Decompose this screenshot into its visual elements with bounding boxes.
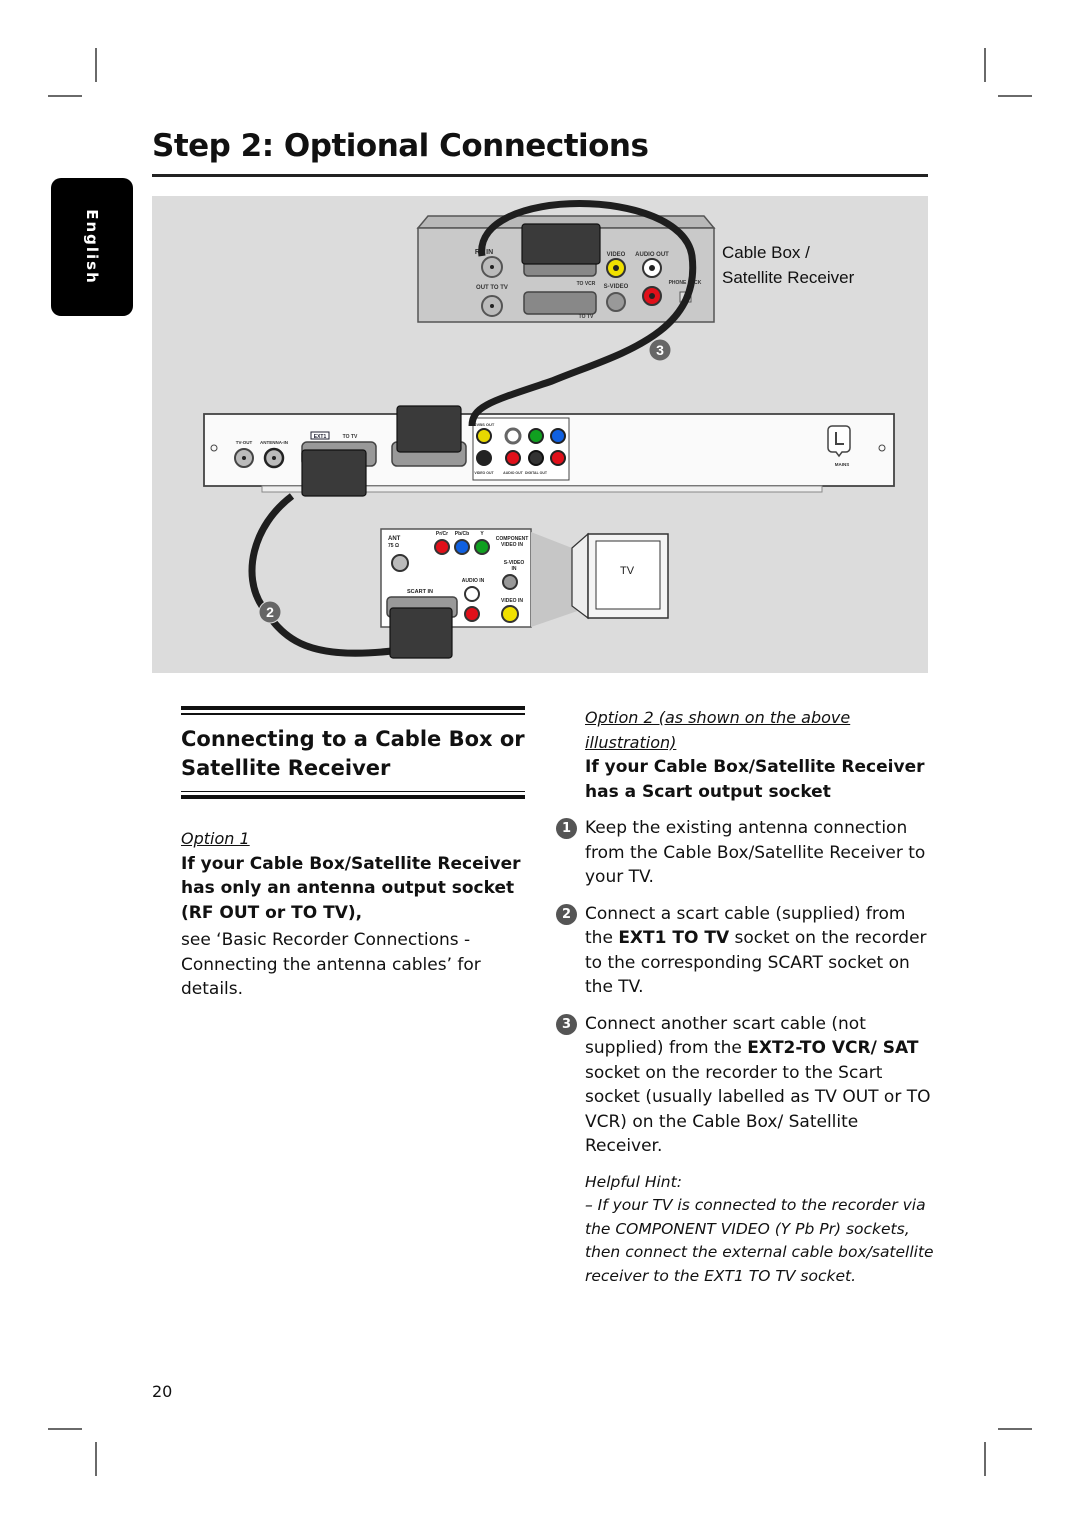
language-tab: English (51, 178, 133, 316)
audio-r-out-socket (505, 450, 521, 466)
scart-plug (521, 223, 601, 265)
s-video-label: S-VIDEO (604, 284, 629, 290)
hint-title: Helpful Hint: (585, 1172, 682, 1191)
step-badge-3: 3 (648, 338, 672, 362)
svg-text:3: 3 (656, 342, 664, 358)
ext1-label: EXT1 (314, 434, 327, 440)
heading-rule (181, 706, 525, 710)
video-in-socket (501, 605, 519, 623)
option-2-label: Option 2 (as shown on the above illustra… (585, 708, 851, 752)
to-vcr-label: TO VCR (577, 281, 596, 287)
title-rule (152, 174, 928, 177)
to-tv-label: TO TV (579, 314, 594, 320)
section-heading: Connecting to a Cable Box or Satellite R… (181, 706, 525, 799)
heading-rule (181, 790, 525, 792)
section-title: Connecting to a Cable Box or Satellite R… (181, 726, 525, 780)
tv-y-socket (474, 539, 490, 555)
s-video-socket (606, 292, 626, 312)
option-2-condition: If your Cable Box/Satellite Receiver has… (585, 757, 925, 802)
step-number-icon: 3 (556, 1013, 577, 1035)
option-2: Option 2 (as shown on the above illustra… (556, 706, 935, 1289)
step-badge-2: 2 (258, 600, 282, 624)
scart-in-label: SCART IN (407, 589, 433, 595)
step-text: Keep the existing antenna connection fro… (585, 818, 926, 887)
step-emphasis: EXT1 TO TV (618, 928, 730, 948)
audio-in-r-socket (464, 606, 480, 622)
video-out-label: VIDEO OUT (474, 471, 494, 475)
step-1: 1 Keep the existing antenna connection f… (556, 816, 935, 890)
audio-l-out-socket (504, 427, 522, 445)
crop-mark (95, 48, 97, 82)
to-tv-scart-socket (523, 291, 597, 315)
crop-mark (984, 1442, 986, 1476)
digital-out-label: DIGITAL OUT (525, 471, 548, 475)
language-tab-label: English (83, 209, 101, 285)
recorder-to-tv-label: TO TV (343, 434, 358, 440)
coaxial-socket (528, 450, 544, 466)
page-title: Step 2: Optional Connections (152, 128, 649, 164)
crop-mark (95, 1442, 97, 1476)
crop-mark (48, 95, 82, 97)
step-emphasis: EXT2-TO VCR/ SAT (747, 1038, 919, 1058)
step-2: 2 Connect a scart cable (supplied) from … (556, 902, 935, 1000)
antenna-in-label: ANTENNA-IN (260, 440, 288, 445)
page-number: 20 (152, 1382, 173, 1401)
cable-box-label: Cable Box / (722, 243, 810, 262)
crop-mark (998, 1428, 1032, 1430)
crop-mark (48, 1428, 82, 1430)
mains-label: MAINS (835, 462, 850, 467)
mains-socket (827, 425, 851, 458)
audio-in-l-socket (464, 586, 480, 602)
component-label-2: VIDEO IN (501, 542, 523, 548)
tv-set: TV (571, 532, 669, 620)
audio-in-label: AUDIO IN (462, 578, 485, 584)
s-video-in-socket (502, 574, 518, 590)
ant-socket (391, 554, 409, 572)
crop-mark (998, 95, 1032, 97)
pr-socket (550, 450, 566, 466)
video-in-label: VIDEO IN (501, 598, 523, 604)
tv-out-label: TV-OUT (236, 440, 253, 445)
scart-plug (396, 405, 462, 453)
scart-plug (389, 607, 453, 659)
option-1: Option 1 If your Cable Box/Satellite Rec… (181, 827, 531, 1002)
pb-cb-label: Pb/Cb (455, 531, 469, 537)
step-3: 3 Connect another scart cable (not suppl… (556, 1012, 935, 1159)
s-video-in-label-2: IN (512, 566, 517, 572)
step-text: socket on the recorder to the Scart sock… (585, 1062, 931, 1157)
cable-box-label-2: Satellite Receiver (722, 268, 855, 287)
helpful-hint: Helpful Hint: – If your TV is connected … (585, 1171, 935, 1289)
option-1-label: Option 1 (181, 829, 250, 848)
out-to-tv-label: OUT TO TV (476, 285, 508, 291)
scart-cable-2 (248, 493, 393, 657)
cvbs-socket (476, 428, 492, 444)
step-number-icon: 1 (556, 818, 577, 839)
crop-mark (984, 48, 986, 82)
pr-cr-socket (434, 539, 450, 555)
scart-plug (301, 449, 367, 497)
heading-rule (181, 713, 525, 715)
audio-out-label: AUDIO OUT (503, 471, 524, 475)
heading-rule (181, 795, 525, 799)
connection-illustration: RF IN OUT TO TV TO VCR TO TV VIDEO AUDIO… (152, 196, 928, 673)
s-video-out-socket (476, 450, 492, 466)
y-socket (528, 428, 544, 444)
cvbs-out-label: CVBS OUT (474, 422, 495, 427)
option-1-body: see ‘Basic Recorder Connections - Connec… (181, 930, 481, 999)
step-number-icon: 2 (556, 903, 577, 925)
ant-label: ANT (388, 536, 401, 542)
pb-cb-socket (454, 539, 470, 555)
pr-cr-label: Pr/Cr (436, 531, 448, 537)
video-label: VIDEO (607, 252, 626, 258)
tv-label: TV (620, 565, 635, 577)
option-1-condition: If your Cable Box/Satellite Receiver has… (181, 853, 521, 923)
phone-jack-label: PHONE JACK (669, 280, 702, 286)
pb-socket (550, 428, 566, 444)
hint-text: – If your TV is connected to the recorde… (585, 1196, 934, 1285)
svg-text:2: 2 (266, 604, 274, 620)
audio-out-label: AUDIO OUT (635, 252, 669, 258)
ohm-label: 75 Ω (388, 543, 399, 549)
